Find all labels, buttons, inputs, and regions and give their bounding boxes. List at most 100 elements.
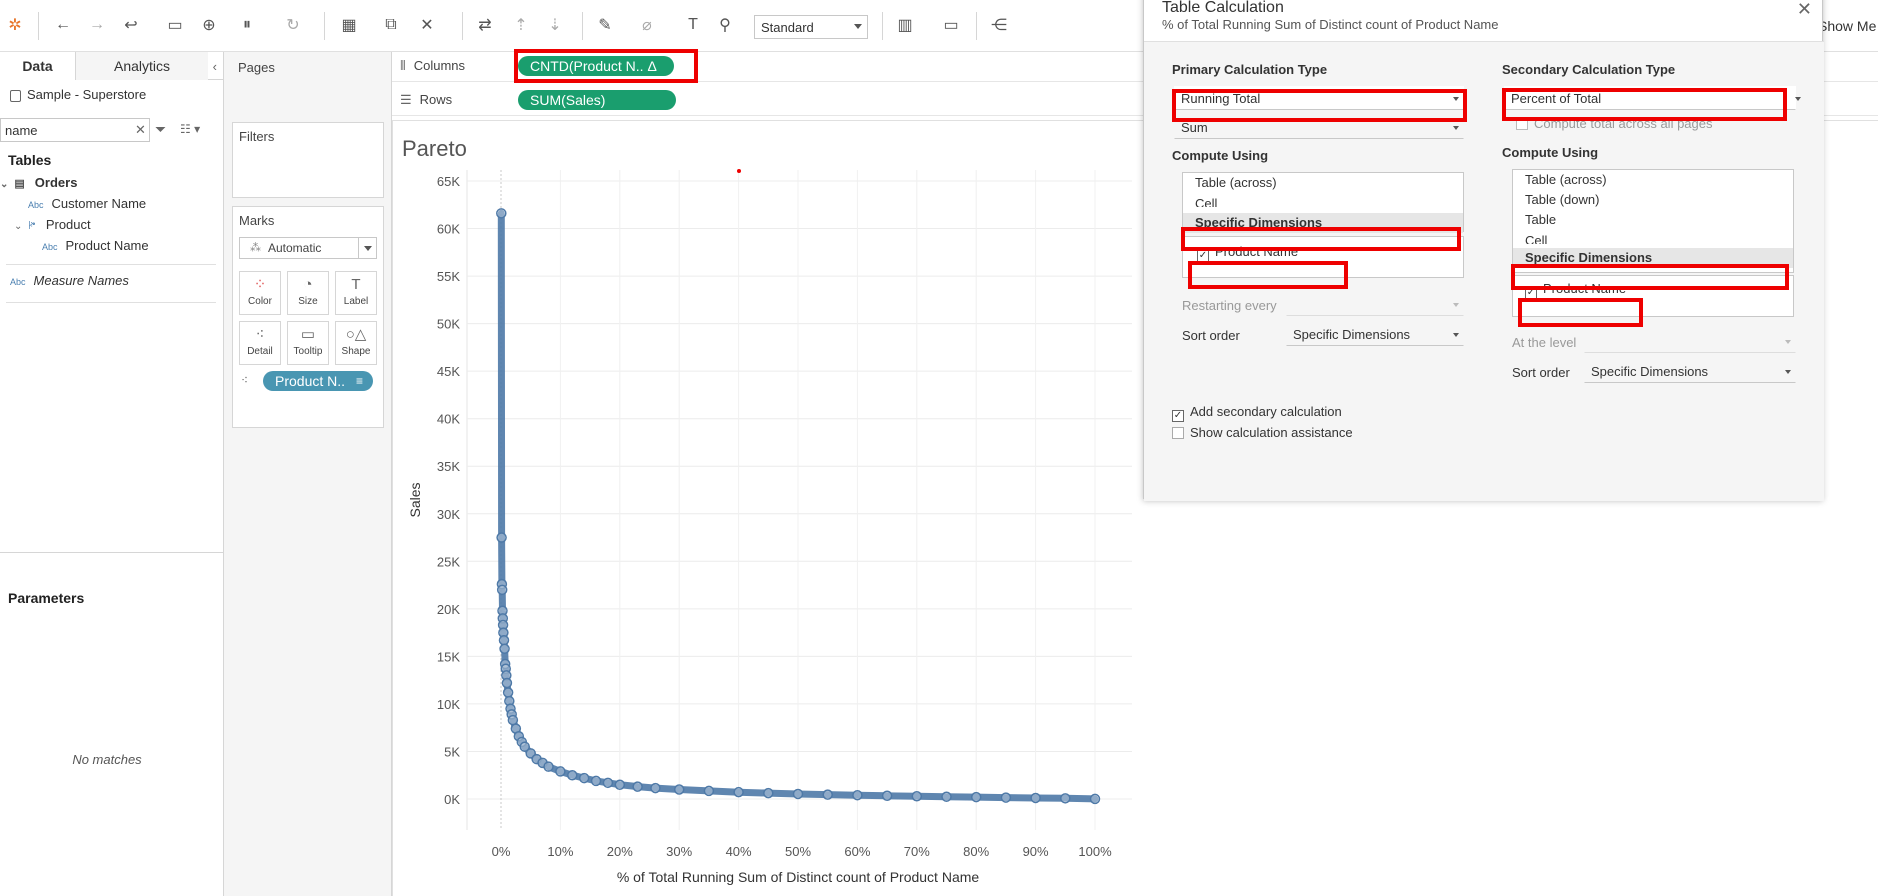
new-datasource-icon[interactable]: ⊕ bbox=[198, 14, 220, 36]
tableau-logo-icon[interactable]: ✲ bbox=[4, 14, 26, 36]
label-button[interactable]: T Label bbox=[335, 271, 377, 315]
primary-aggregation-select[interactable]: Sum bbox=[1174, 115, 1464, 139]
datasource-item[interactable]: Sample - Superstore bbox=[10, 87, 146, 102]
search-input[interactable] bbox=[0, 118, 150, 142]
primary-calc-type-select[interactable]: Running Total bbox=[1174, 86, 1464, 110]
list-item[interactable]: Table bbox=[1513, 210, 1793, 230]
list-item-selected[interactable]: Specific Dimensions bbox=[1183, 213, 1463, 233]
at-the-level-select[interactable] bbox=[1584, 329, 1796, 353]
list-item[interactable]: Table (across) bbox=[1183, 173, 1463, 193]
show-assistance-option[interactable]: Show calculation assistance bbox=[1172, 425, 1353, 440]
data-point bbox=[614, 779, 626, 790]
toolbar-separator bbox=[976, 12, 977, 40]
checkbox-checked[interactable]: ✓ bbox=[1525, 287, 1537, 299]
detail-button[interactable]: ⁖ Detail bbox=[239, 321, 281, 365]
list-item-selected[interactable]: Specific Dimensions bbox=[1513, 248, 1793, 268]
sort-icon: ≡ bbox=[355, 374, 363, 388]
pause-updates-icon[interactable]: ⏸ bbox=[236, 14, 258, 36]
y-tick-label: 65K bbox=[437, 174, 460, 189]
chevron-down-icon: ⌄ bbox=[14, 221, 23, 232]
shape-icon: ○△ bbox=[345, 326, 367, 343]
fix-axes-icon[interactable]: ⚲ bbox=[714, 14, 736, 36]
color-icon: ⁘ bbox=[253, 276, 267, 293]
tab-data[interactable]: Data bbox=[0, 52, 76, 80]
x-tick-label: 30% bbox=[666, 844, 692, 859]
dimension-checkbox-item[interactable]: ✓ Product Name bbox=[1183, 242, 1463, 262]
duplicate-icon[interactable]: ⧉ bbox=[380, 14, 402, 36]
at-the-level-label: At the level bbox=[1512, 335, 1577, 350]
undo-icon[interactable]: ← bbox=[52, 14, 74, 36]
list-item[interactable]: Table (across) bbox=[1513, 170, 1793, 190]
pages-card[interactable]: Pages bbox=[232, 54, 384, 114]
table-calculation-dialog: Table Calculation % of Total Running Sum… bbox=[1143, 0, 1824, 501]
group-members-icon[interactable]: ⌀ bbox=[636, 14, 658, 36]
restarting-every-label: Restarting every bbox=[1182, 298, 1277, 313]
tooltip-button[interactable]: ▭ Tooltip bbox=[287, 321, 329, 365]
y-tick-label: 30K bbox=[437, 507, 460, 522]
tree-item-product[interactable]: ⌄ ꔶ Product bbox=[0, 214, 224, 235]
chevron-down-icon bbox=[1453, 303, 1459, 307]
table-icon: ▤ bbox=[14, 178, 25, 190]
primary-sort-order-select[interactable]: Specific Dimensions bbox=[1286, 322, 1464, 346]
redo-icon[interactable]: → bbox=[86, 14, 108, 36]
list-item[interactable]: Cell bbox=[1513, 230, 1793, 244]
restarting-every-select[interactable] bbox=[1286, 292, 1464, 316]
replay-icon[interactable]: ↩ bbox=[120, 14, 142, 36]
tree-item-measure-names[interactable]: Abc Measure Names bbox=[0, 270, 224, 291]
swap-axes-icon[interactable]: ⇄ bbox=[474, 14, 496, 36]
label-button-label: Label bbox=[343, 296, 369, 307]
show-mark-labels-icon[interactable]: T bbox=[682, 14, 704, 36]
show-cards-icon[interactable]: ▥ bbox=[894, 14, 916, 36]
columns-pill[interactable]: CNTD(Product N.. Δ bbox=[518, 56, 674, 76]
share-icon[interactable]: ⋲ bbox=[988, 14, 1010, 36]
close-icon[interactable]: ✕ bbox=[1797, 0, 1812, 20]
list-item[interactable]: Cell bbox=[1183, 193, 1463, 207]
y-tick-label: 40K bbox=[437, 412, 460, 427]
view-mode-select[interactable]: Standard bbox=[754, 15, 868, 39]
tree-item-customer-name[interactable]: Abc Customer Name bbox=[0, 193, 224, 214]
color-button[interactable]: ⁘ Color bbox=[239, 271, 281, 315]
add-secondary-option[interactable]: ✓ Add secondary calculation bbox=[1172, 404, 1342, 422]
tree-item-product-name[interactable]: Abc Product Name bbox=[0, 235, 224, 256]
tree-item-orders[interactable]: ⌄ ▤ Orders bbox=[0, 172, 224, 193]
data-point bbox=[822, 789, 833, 800]
data-point bbox=[496, 532, 507, 543]
detail-pill[interactable]: Product N.. ≡ bbox=[263, 371, 373, 391]
parameters-heading: Parameters bbox=[8, 590, 85, 606]
primary-sort-order-value: Specific Dimensions bbox=[1293, 327, 1411, 342]
presentation-mode-icon[interactable]: ▭ bbox=[940, 14, 962, 36]
highlight-icon[interactable]: ✎ bbox=[594, 14, 616, 36]
refresh-icon[interactable]: ↻ bbox=[282, 14, 304, 36]
data-point bbox=[590, 775, 602, 787]
save-icon[interactable]: ▭ bbox=[164, 14, 186, 36]
list-item[interactable]: Table (down) bbox=[1513, 190, 1793, 210]
mark-type-select[interactable]: ⁂ Automatic bbox=[239, 237, 377, 259]
collapse-icon[interactable]: ‹ bbox=[213, 59, 217, 74]
view-list-icon[interactable]: ☷ ▾ bbox=[180, 122, 200, 136]
y-tick-label: 20K bbox=[437, 602, 460, 617]
clear-sheet-icon[interactable]: ✕ bbox=[416, 14, 438, 36]
secondary-sort-order-select[interactable]: Specific Dimensions bbox=[1584, 359, 1796, 383]
filter-icon[interactable]: ⏷ bbox=[155, 121, 166, 138]
dimension-checkbox-item[interactable]: ✓ Product Name bbox=[1513, 279, 1793, 299]
dialog-subtitle: % of Total Running Sum of Distinct count… bbox=[1162, 17, 1499, 32]
checkbox-unchecked[interactable] bbox=[1172, 427, 1184, 439]
checkbox-unchecked[interactable] bbox=[1516, 118, 1528, 130]
show-me-button[interactable]: Show Me bbox=[1818, 18, 1876, 34]
dimension-label: Product Name bbox=[1215, 244, 1299, 259]
automatic-mark-icon: ⁂ bbox=[250, 242, 261, 254]
secondary-calc-type-select[interactable]: Percent of Total bbox=[1504, 86, 1801, 110]
size-button[interactable]: ◔ Size bbox=[287, 271, 329, 315]
clear-search-icon[interactable]: ✕ bbox=[135, 122, 146, 138]
checkbox-checked[interactable]: ✓ bbox=[1172, 410, 1184, 422]
checkbox-checked[interactable]: ✓ bbox=[1197, 250, 1209, 262]
data-point bbox=[941, 791, 952, 802]
rows-pill[interactable]: SUM(Sales) bbox=[518, 90, 676, 110]
tab-analytics[interactable]: Analytics bbox=[76, 52, 208, 80]
sort-ascending-icon[interactable]: ⇡ bbox=[510, 14, 532, 36]
sort-descending-icon[interactable]: ⇣ bbox=[544, 14, 566, 36]
filters-card[interactable]: Filters bbox=[232, 122, 384, 198]
shape-button[interactable]: ○△ Shape bbox=[335, 321, 377, 365]
compute-total-option[interactable]: Compute total across all pages bbox=[1516, 116, 1712, 131]
new-worksheet-icon[interactable]: ▦ bbox=[338, 14, 360, 36]
